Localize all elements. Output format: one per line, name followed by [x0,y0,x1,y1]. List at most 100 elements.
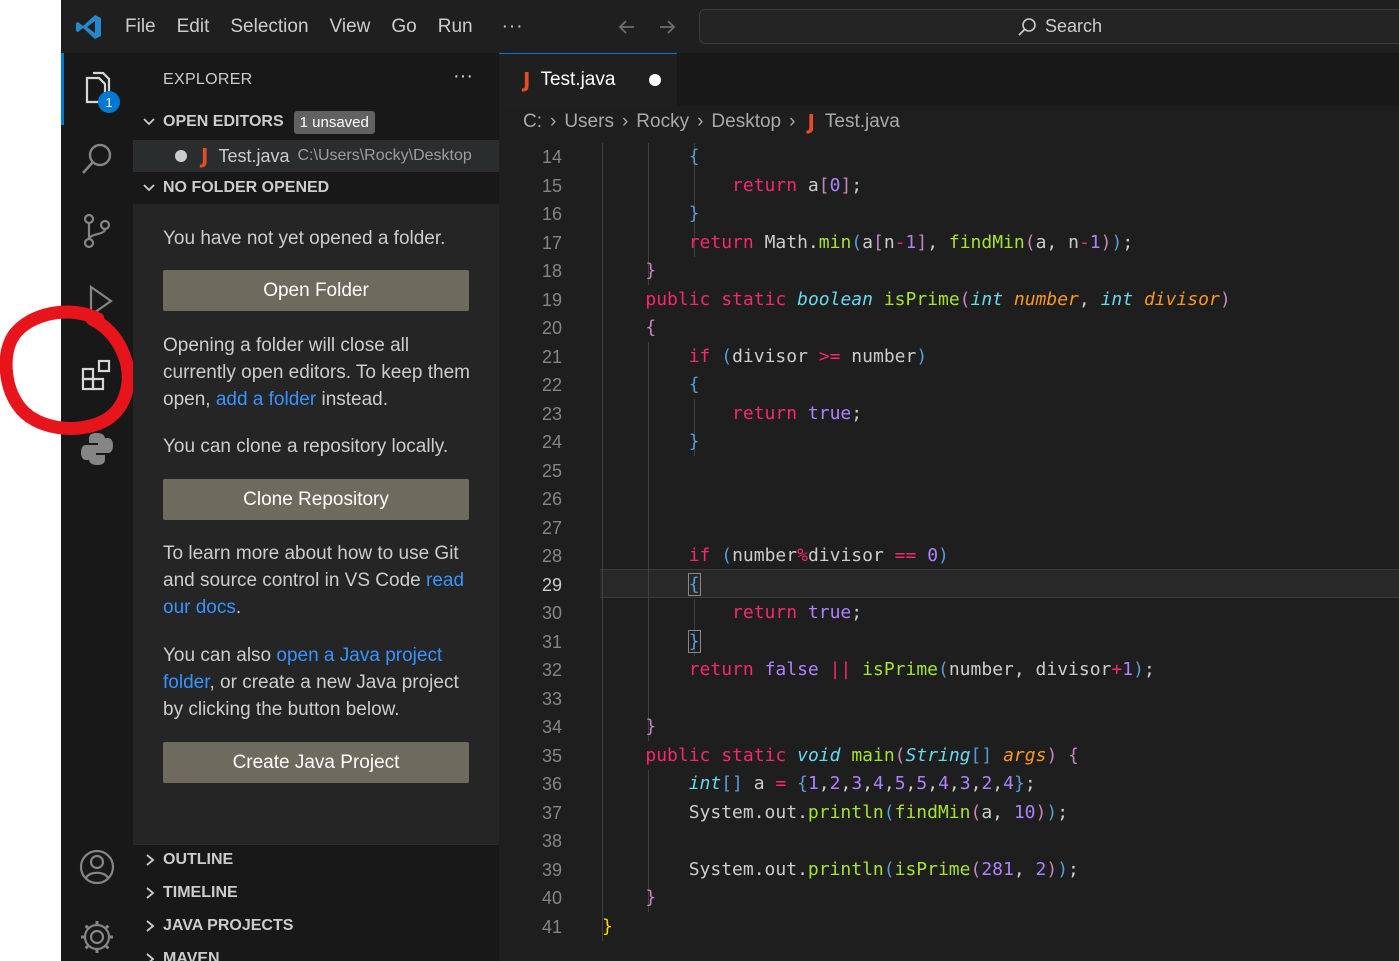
clone-repository-button[interactable]: Clone Repository [163,479,469,520]
menu-edit[interactable]: Edit [177,16,210,38]
code-line: 17 return Math.min(a[n-1], findMin(a, n-… [499,229,1399,258]
activity-bar: 1 [61,53,133,961]
menu-go[interactable]: Go [391,16,416,38]
open-editors-label: OPEN EDITORS [163,113,284,130]
menu-selection[interactable]: Selection [230,16,308,38]
code-line: 40 } [499,884,1399,913]
code-line: 29 { [499,571,1399,600]
chevron-right-icon [146,853,155,866]
line-number: 23 [541,403,562,424]
breadcrumb-desktop[interactable]: Desktop [711,111,781,133]
java-file-icon: J [201,144,209,168]
git-docs-text: To learn more about how to use Git and s… [163,543,459,591]
code-line: 27 [499,514,1399,543]
chevron-right-icon: › [789,111,796,132]
code-line: 21 if (divisor >= number) [499,343,1399,372]
account-icon[interactable] [77,847,117,887]
code-line: 36 int[] a = {1,2,3,4,5,5,4,3,2,4}; [499,770,1399,799]
code-line: 20 { [499,314,1399,343]
menu-view[interactable]: View [330,16,371,38]
line-number: 21 [541,346,562,367]
timeline-label: TIMELINE [163,883,238,901]
line-number: 33 [541,688,562,709]
code-line: 19 public static boolean isPrime(int num… [499,286,1399,315]
unsaved-dot-icon[interactable] [175,150,187,162]
title-bar: File Edit Selection View Go Run ··· Sear… [61,0,1399,53]
python-icon[interactable] [77,429,117,469]
screen-margin [0,0,61,961]
breadcrumb-users[interactable]: Users [564,111,614,133]
git-docs-text-end: . [235,597,242,618]
line-number: 24 [541,432,562,452]
chevron-right-icon: › [697,111,704,132]
java-file-icon: J [523,68,531,92]
menu-more[interactable]: ··· [502,16,524,38]
breadcrumb: C: › Users › Rocky › Desktop › J Test.ja… [523,109,900,135]
no-folder-section[interactable]: NO FOLDER OPENED [133,173,499,203]
source-control-icon[interactable] [77,211,117,251]
unsaved-dot-icon[interactable] [649,74,661,86]
tab-test-java[interactable]: J Test.java [499,53,677,106]
open-editor-path: C:\Users\Rocky\Desktop [297,147,472,164]
explorer-more-actions[interactable]: ··· [453,65,473,88]
open-editors-section[interactable]: OPEN EDITORS 1 unsaved [133,107,499,137]
code-line: 39 System.out.println(isPrime(281, 2)); [499,856,1399,885]
breadcrumb-drive[interactable]: C: [523,111,542,133]
line-number: 32 [541,660,562,680]
create-java-project-button[interactable]: Create Java Project [163,742,469,783]
chevron-down-icon [143,118,155,126]
forward-arrow-icon[interactable] [656,16,678,38]
breadcrumb-file[interactable]: Test.java [825,111,900,133]
line-number: 18 [541,261,562,281]
add-folder-link[interactable]: add a folder [216,389,316,410]
code-line: 38 [499,827,1399,856]
java-project-text: You can also [163,645,277,666]
line-number: 37 [541,802,562,823]
line-number: 36 [541,774,562,794]
code-line: 28 if (number%divisor == 0) [499,542,1399,571]
menu-run[interactable]: Run [438,16,473,38]
code-line: 31 } [499,628,1399,657]
line-number: 29 [541,574,562,595]
code-line: 25 [499,457,1399,486]
line-number: 38 [541,831,562,851]
opening-folder-text-end: instead. [316,389,389,410]
search-icon[interactable] [77,139,117,179]
chevron-right-icon [146,919,155,932]
chevron-right-icon [146,886,155,899]
code-line: 35 public static void main(String[] args… [499,742,1399,771]
no-folder-message: You have not yet opened a folder. [163,228,446,249]
outline-section[interactable]: OUTLINE [133,843,499,876]
tab-bar: J Test.java [499,53,1399,106]
sidebar-title: EXPLORER [163,71,253,88]
java-projects-section[interactable]: JAVA PROJECTS [133,909,499,942]
code-line: 23 return true; [499,400,1399,429]
extensions-icon[interactable] [77,355,117,395]
active-indicator [61,53,64,125]
open-folder-button[interactable]: Open Folder [163,270,469,311]
timeline-section[interactable]: TIMELINE [133,876,499,909]
vscode-logo-icon [76,14,101,39]
tab-label: Test.java [540,69,616,90]
line-number: 39 [541,859,562,880]
gear-icon[interactable] [77,917,117,957]
java-file-icon: J [807,110,815,134]
open-editor-item[interactable]: J Test.java C:\Users\Rocky\Desktop [133,140,499,172]
code-line: 16 } [499,200,1399,229]
run-debug-icon[interactable] [77,281,117,321]
outline-label: OUTLINE [163,850,234,868]
line-number: 16 [541,204,562,224]
chevron-right-icon [146,952,155,961]
line-number: 14 [541,147,562,167]
back-arrow-icon[interactable] [616,16,638,38]
line-number: 15 [541,175,562,196]
code-line: 33 [499,685,1399,714]
java-project-message: You can also open a Java project folder,… [163,642,473,723]
line-number: 31 [541,631,562,652]
code-line: 24 } [499,428,1399,457]
command-center-search[interactable]: Search [699,9,1399,44]
breadcrumb-rocky[interactable]: Rocky [636,111,689,133]
chevron-right-icon: › [621,111,629,132]
maven-section[interactable]: MAVEN [133,942,499,961]
menu-file[interactable]: File [125,16,156,38]
